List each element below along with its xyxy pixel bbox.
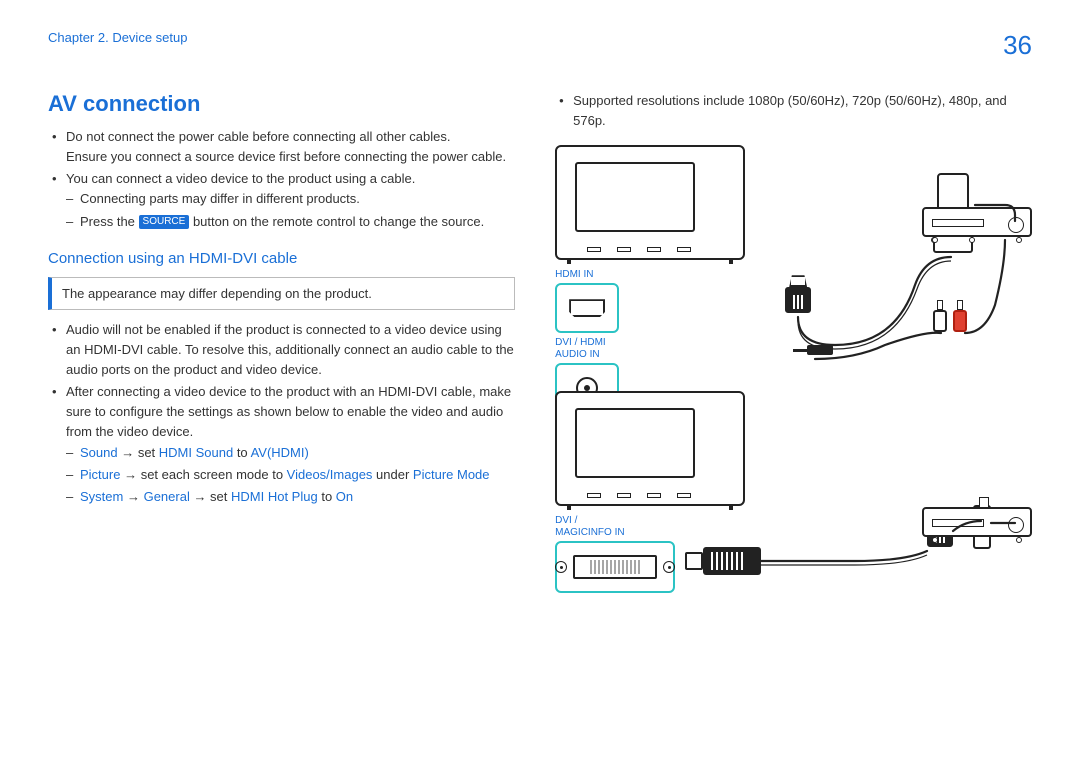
list-item: System → General → set HDMI Hot Plug to …: [66, 487, 515, 507]
external-device-icon: [922, 207, 1032, 237]
hdmi-port-icon: [555, 283, 619, 333]
list-item: Press the SOURCE button on the remote co…: [66, 212, 515, 232]
menu-path: System: [80, 489, 123, 504]
subheading: Connection using an HDMI-DVI cable: [48, 250, 515, 267]
dvi-label-2: MAGICINFO IN: [555, 527, 675, 539]
text: to: [233, 445, 250, 460]
dvi-plug-icon: [703, 547, 761, 575]
page-number: 36: [1003, 30, 1032, 61]
text: → set: [118, 445, 159, 460]
text: Ensure you connect a source device first…: [66, 149, 506, 164]
hdmi-plug-icon: [785, 275, 811, 319]
right-column: Supported resolutions include 1080p (50/…: [555, 91, 1032, 621]
body-list: Audio will not be enabled if the product…: [48, 320, 515, 507]
chapter-label: Chapter 2. Device setup: [48, 30, 187, 45]
audio-plug-icon: [793, 345, 833, 355]
hdmi-in-label: HDMI IN: [555, 269, 619, 281]
menu-path: AV(HDMI): [251, 445, 309, 460]
text: After connecting a video device to the p…: [66, 384, 511, 439]
text: →: [123, 489, 143, 504]
text: → set: [190, 489, 231, 504]
menu-path: HDMI Sound: [159, 445, 233, 460]
menu-path: General: [144, 489, 190, 504]
dvi-label-1: DVI /: [555, 515, 675, 527]
text: You can connect a video device to the pr…: [66, 171, 415, 186]
rca-red-plug-icon: [953, 300, 967, 334]
list-item: After connecting a video device to the p…: [52, 382, 515, 507]
resolutions-note: Supported resolutions include 1080p (50/…: [559, 91, 1032, 131]
text: → set each screen mode to: [120, 467, 286, 482]
list-item: Picture → set each screen mode to Videos…: [66, 465, 515, 485]
list-item: Do not connect the power cable before co…: [52, 127, 515, 167]
menu-path: Picture: [80, 467, 120, 482]
source-button-label: SOURCE: [139, 215, 190, 229]
menu-path: On: [336, 489, 353, 504]
page-header: Chapter 2. Device setup 36: [48, 30, 1032, 61]
text: under: [372, 467, 412, 482]
left-column: AV connection Do not connect the power c…: [48, 91, 515, 621]
monitor-back-icon: [555, 391, 745, 506]
list-item: Sound → set HDMI Sound to AV(HDMI): [66, 443, 515, 463]
menu-path: Videos/Images: [287, 467, 373, 482]
list-item: Audio will not be enabled if the product…: [52, 320, 515, 380]
page-title: AV connection: [48, 91, 515, 117]
note-callout: The appearance may differ depending on t…: [48, 277, 515, 310]
monitor-back-icon: [555, 145, 745, 260]
menu-path: Picture Mode: [413, 467, 490, 482]
text: Press the: [80, 214, 139, 229]
text: button on the remote control to change t…: [189, 214, 484, 229]
list-item: Connecting parts may differ in different…: [66, 189, 515, 209]
menu-path: HDMI Hot Plug: [231, 489, 318, 504]
diagram-hdmi-dvi: HDMI IN DVI / HDMI AUDIO IN: [555, 145, 1032, 385]
list-item: You can connect a video device to the pr…: [52, 169, 515, 231]
rca-white-plug-icon: [933, 300, 947, 334]
menu-path: Sound: [80, 445, 118, 460]
text: Do not connect the power cable before co…: [66, 129, 450, 144]
intro-list: Do not connect the power cable before co…: [48, 127, 515, 232]
dvi-port-icon: [555, 541, 675, 593]
audio-in-label-1: DVI / HDMI: [555, 337, 619, 349]
audio-in-label-2: AUDIO IN: [555, 349, 619, 361]
diagram-dvi-magicinfo: DVI / MAGICINFO IN: [555, 391, 1032, 621]
text: to: [318, 489, 336, 504]
external-device-icon: [922, 507, 1032, 537]
